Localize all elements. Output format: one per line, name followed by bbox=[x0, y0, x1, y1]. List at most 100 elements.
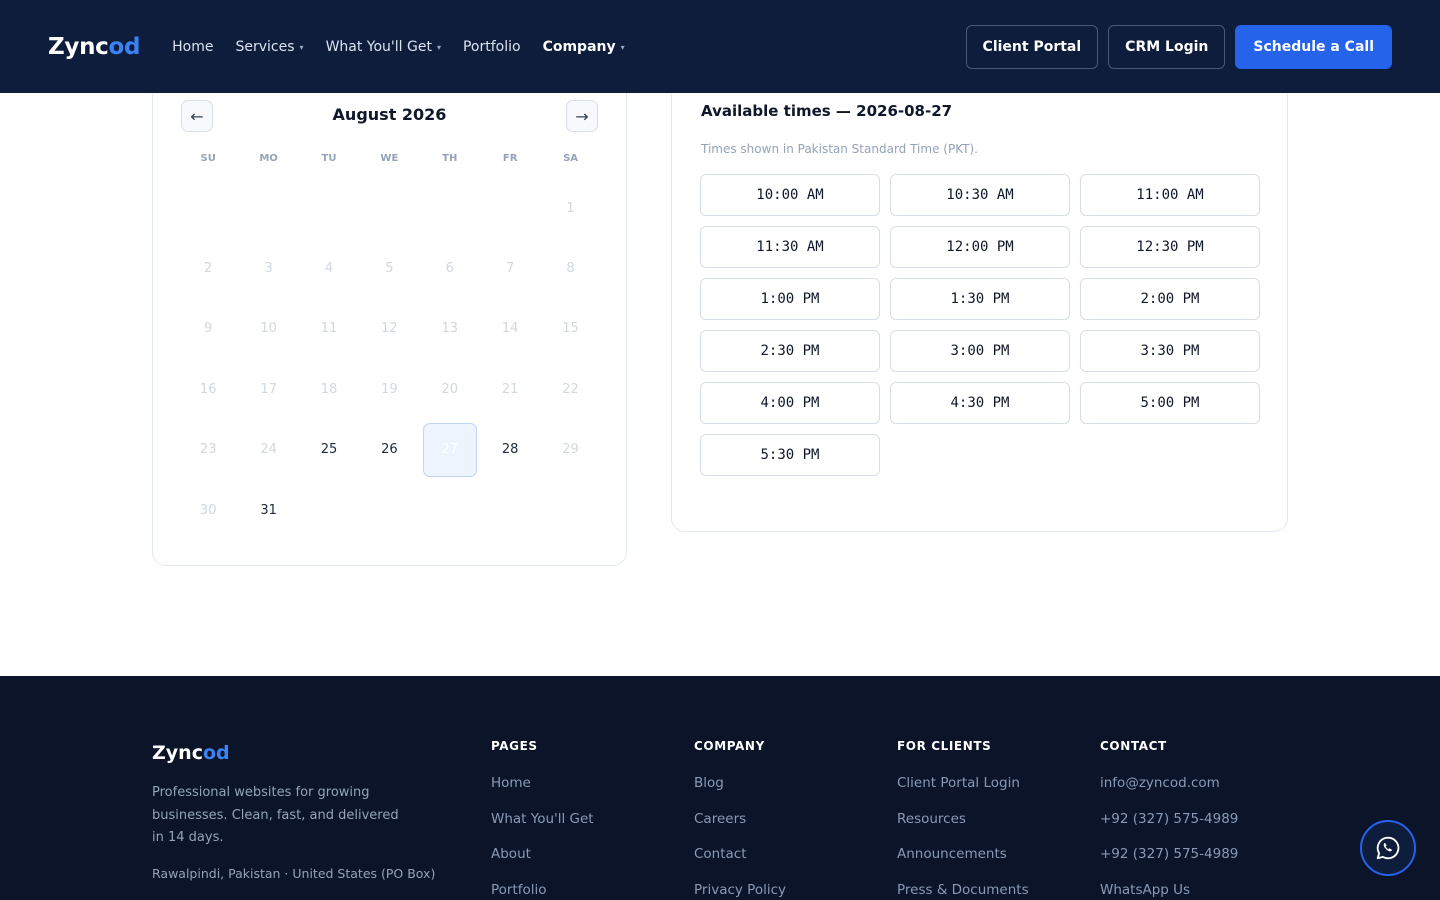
calendar-day: 21 bbox=[501, 381, 519, 397]
footer-link[interactable]: Privacy Policy bbox=[694, 880, 786, 900]
calendar-day: 15 bbox=[562, 321, 579, 337]
time-slot-button[interactable]: 1:00 PM bbox=[700, 278, 880, 320]
calendar-day-empty bbox=[359, 480, 419, 540]
calendar-day: 9 bbox=[204, 321, 213, 337]
time-slot-button[interactable]: 2:30 PM bbox=[700, 330, 880, 372]
calendar-month-title: August 2026 bbox=[332, 105, 447, 124]
nav-home[interactable]: Home bbox=[172, 39, 213, 55]
footer-col-company: COMPANY Blog Careers Contact Privacy Policy bbox=[694, 739, 786, 900]
whatsapp-icon bbox=[1376, 836, 1400, 860]
calendar-day: 10 bbox=[260, 321, 277, 337]
calendar-day: 7 bbox=[506, 261, 515, 277]
footer-link[interactable]: Announcements bbox=[897, 844, 1029, 880]
calendar-day[interactable]: 26 bbox=[359, 420, 419, 480]
calendar-day-empty bbox=[540, 480, 600, 540]
footer-link[interactable]: Resources bbox=[897, 809, 1029, 845]
time-slot-button[interactable]: 10:30 AM bbox=[890, 174, 1070, 216]
footer-link[interactable]: Careers bbox=[694, 809, 786, 845]
calendar-day-empty bbox=[238, 178, 298, 238]
calendar-day: 12 bbox=[381, 321, 398, 337]
time-slot-button[interactable]: 1:30 PM bbox=[890, 278, 1070, 320]
footer-logo[interactable]: Zyncod bbox=[152, 742, 230, 764]
weekday-label: TU bbox=[321, 153, 337, 164]
weekday-label: WE bbox=[380, 153, 399, 164]
calendar-day: 23 bbox=[199, 442, 217, 458]
time-slot-button[interactable]: 4:30 PM bbox=[890, 382, 1070, 424]
time-slot-button[interactable]: 5:00 PM bbox=[1080, 382, 1260, 424]
time-slot-button[interactable]: 11:00 AM bbox=[1080, 174, 1260, 216]
time-slot-button[interactable]: 3:00 PM bbox=[890, 330, 1070, 372]
chevron-down-icon: ▾ bbox=[620, 43, 625, 52]
footer-link[interactable]: Blog bbox=[694, 773, 786, 809]
calendar-day: 1 bbox=[566, 200, 575, 216]
time-slot-button[interactable]: 4:00 PM bbox=[700, 382, 880, 424]
calendar-day[interactable]: 31 bbox=[238, 480, 298, 540]
nav-portfolio[interactable]: Portfolio bbox=[463, 39, 521, 55]
site-logo[interactable]: Zyncod bbox=[48, 34, 140, 60]
next-month-button[interactable]: → bbox=[566, 100, 598, 132]
calendar-day-empty bbox=[420, 178, 480, 238]
chevron-down-icon: ▾ bbox=[436, 43, 441, 52]
time-slot-button[interactable]: 2:00 PM bbox=[1080, 278, 1260, 320]
footer-link[interactable]: Contact bbox=[694, 844, 786, 880]
schedule-call-button[interactable]: Schedule a Call bbox=[1235, 24, 1392, 69]
crm-login-button[interactable]: CRM Login bbox=[1108, 24, 1226, 69]
footer-link[interactable]: +92 (327) 575-4989 bbox=[1100, 809, 1238, 845]
calendar-day: 11 bbox=[320, 321, 338, 337]
nav-what-youll-get[interactable]: What You'll Get ▾ bbox=[326, 39, 441, 55]
calendar-day: 13 bbox=[441, 321, 459, 337]
chevron-down-icon: ▾ bbox=[299, 43, 304, 52]
calendar-day-grid: 1 2 3 4 5 6 7 8 9 10 11 12 13 14 15 16 17 18 19 20 21 22 23 24 2… bbox=[178, 178, 601, 540]
main-nav: Home Services ▾ What You'll Get ▾ Portfoli… bbox=[172, 39, 624, 55]
calendar-day: 16 bbox=[199, 381, 217, 397]
footer-heading: CONTACT bbox=[1100, 739, 1167, 753]
footer-link[interactable]: Client Portal Login bbox=[897, 773, 1029, 809]
whatsapp-chat-button[interactable] bbox=[1360, 820, 1416, 876]
calendar-day: 14 bbox=[501, 321, 519, 337]
calendar-day: 22 bbox=[562, 381, 579, 397]
calendar-day: 8 bbox=[566, 261, 575, 277]
calendar-day: 17 bbox=[260, 381, 277, 397]
weekday-label: FR bbox=[502, 153, 518, 164]
calendar-day-empty bbox=[178, 178, 238, 238]
time-slot-button[interactable]: 5:30 PM bbox=[700, 434, 880, 476]
footer-col-for-clients: FOR CLIENTS Client Portal Login Resources A… bbox=[897, 739, 1029, 900]
footer-link[interactable]: Press & Documents bbox=[897, 880, 1029, 900]
footer-location: Rawalpindi, Pakistan · United States (PO… bbox=[152, 866, 436, 881]
calendar-day: 5 bbox=[385, 261, 394, 277]
calendar-day-empty bbox=[480, 178, 540, 238]
nav-services[interactable]: Services ▾ bbox=[236, 39, 304, 55]
calendar-day[interactable]: 28 bbox=[480, 420, 540, 480]
footer-link[interactable]: WhatsApp Us bbox=[1100, 880, 1238, 900]
footer-heading: COMPANY bbox=[694, 739, 765, 753]
calendar-day-selected[interactable]: 27 bbox=[420, 420, 480, 480]
calendar-day[interactable]: 25 bbox=[299, 420, 359, 480]
calendar-day: 18 bbox=[320, 381, 338, 397]
time-slot-button[interactable]: 12:00 PM bbox=[890, 226, 1070, 268]
nav-company[interactable]: Company ▾ bbox=[543, 39, 625, 55]
footer-link[interactable]: About bbox=[491, 844, 594, 880]
calendar-day: 19 bbox=[381, 381, 398, 397]
weekday-label: MO bbox=[259, 153, 278, 164]
calendar-day-empty bbox=[299, 178, 359, 238]
footer-col-contact: CONTACT info@zyncod.com +92 (327) 575-4989… bbox=[1100, 739, 1238, 900]
calendar-day: 29 bbox=[562, 442, 579, 458]
calendar-day-empty bbox=[420, 480, 480, 540]
time-slot-button[interactable]: 3:30 PM bbox=[1080, 330, 1260, 372]
site-header: Zyncod Home Services ▾ What You'll Get ▾ P… bbox=[0, 0, 1440, 93]
footer-link[interactable]: +92 (327) 575-4989 bbox=[1100, 844, 1238, 880]
footer-link[interactable]: info@zyncod.com bbox=[1100, 773, 1238, 809]
footer-link[interactable]: Portfolio bbox=[491, 880, 594, 900]
calendar-day-empty bbox=[299, 480, 359, 540]
calendar-day: 3 bbox=[264, 261, 273, 277]
footer-heading: PAGES bbox=[491, 739, 538, 753]
time-slot-button[interactable]: 11:30 AM bbox=[700, 226, 880, 268]
calendar-day: 2 bbox=[204, 261, 213, 277]
client-portal-button[interactable]: Client Portal bbox=[965, 24, 1099, 69]
footer-link[interactable]: Home bbox=[491, 773, 594, 809]
footer-col-pages: PAGES Home What You'll Get About Portfolio bbox=[491, 739, 594, 900]
time-slot-button[interactable]: 10:00 AM bbox=[700, 174, 880, 216]
footer-link[interactable]: What You'll Get bbox=[491, 809, 594, 845]
time-slot-button[interactable]: 12:30 PM bbox=[1080, 226, 1260, 268]
footer-heading: FOR CLIENTS bbox=[897, 739, 992, 753]
